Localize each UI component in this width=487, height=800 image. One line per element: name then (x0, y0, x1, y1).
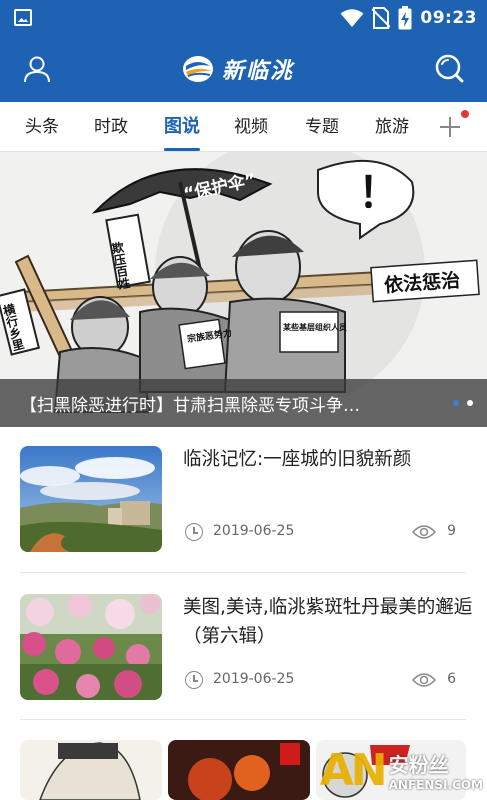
app-logo-text: 新临洮 (222, 58, 295, 84)
watermark-cn: 安粉丝 (388, 752, 449, 777)
status-bar: 09:23 (0, 0, 487, 36)
tab-pictures[interactable]: 图说 (160, 102, 204, 152)
news-meta: 2019-06-25 9 (183, 522, 458, 542)
wifi-icon (340, 9, 364, 27)
tab-video[interactable]: 视频 (231, 102, 271, 152)
tab-headlines[interactable]: 头条 (22, 102, 62, 152)
add-tab-icon[interactable] (438, 115, 462, 139)
watermark-logo: AN 安粉丝 ANFENSI.COM (320, 744, 483, 796)
app-logo: 新临洮 (182, 52, 294, 86)
notification-badge (461, 110, 469, 118)
carousel-indicator (453, 400, 473, 406)
carousel-dot-active (453, 400, 459, 406)
peony-photo-image (20, 594, 162, 700)
carousel-dot (467, 400, 473, 406)
clock-icon (185, 671, 203, 689)
eye-icon (412, 673, 436, 687)
news-meta: 2019-06-25 6 (183, 670, 458, 690)
city-photo-image (20, 446, 162, 552)
user-icon[interactable] (22, 54, 52, 84)
news-date: 2019-06-25 (213, 671, 295, 687)
cartoon-exclaim-text: ！ (358, 168, 400, 217)
tab-travel[interactable]: 旅游 (372, 102, 412, 152)
banner-carousel[interactable]: “保护伞” ！ 依法惩治 欺压百姓 横行乡里 宗族恶势力 某些基层组织人员 【扫… (0, 152, 487, 427)
status-time: 09:23 (420, 8, 477, 28)
no-sim-icon (372, 7, 391, 29)
news-title[interactable]: 美图,美诗,临洮紫斑牡丹最美的邂逅（第六辑） (183, 593, 473, 651)
banner-caption-bar[interactable]: 【扫黑除恶进行时】甘肃扫黑除恶专项斗争… (0, 379, 487, 427)
tab-politics[interactable]: 时政 (91, 102, 131, 152)
watermark-en: ANFENSI.COM (388, 777, 483, 792)
news-image-row[interactable]: AN 安粉丝 ANFENSI.COM (0, 735, 487, 800)
divider (20, 719, 466, 720)
banner-caption[interactable]: 【扫黑除恶进行时】甘肃扫黑除恶专项斗争… (20, 391, 440, 416)
news-title[interactable]: 临洮记忆:一座城的旧貌新颜 (183, 445, 473, 474)
logo-emblem-icon (183, 56, 213, 82)
eye-icon (412, 525, 436, 539)
battery-charging-icon (398, 6, 412, 30)
clock-icon (185, 523, 203, 541)
search-icon[interactable] (433, 52, 465, 84)
watermark-brand: AN (319, 744, 388, 796)
view-count: 9 (447, 523, 456, 539)
news-list-item[interactable]: 美图,美诗,临洮紫斑牡丹最美的邂逅（第六辑） 2019-06-25 6 (0, 575, 487, 723)
status-icons: 09:23 (340, 6, 477, 30)
divider (20, 572, 466, 573)
tab-topics[interactable]: 专题 (302, 102, 342, 152)
image-icon (14, 9, 32, 26)
news-date: 2019-06-25 (213, 523, 295, 539)
cartoon-shirt-text-2: 某些基层组织人员 (282, 322, 347, 332)
category-tabs: 头条 时政 图说 视频 专题 旅游 (0, 102, 487, 152)
app-bar: 新临洮 (0, 36, 487, 102)
news-thumbnail (20, 446, 162, 552)
news-list-item[interactable]: 临洮记忆:一座城的旧貌新颜 2019-06-25 9 (0, 427, 487, 575)
view-count: 6 (447, 671, 456, 687)
news-thumbnail (20, 594, 162, 700)
